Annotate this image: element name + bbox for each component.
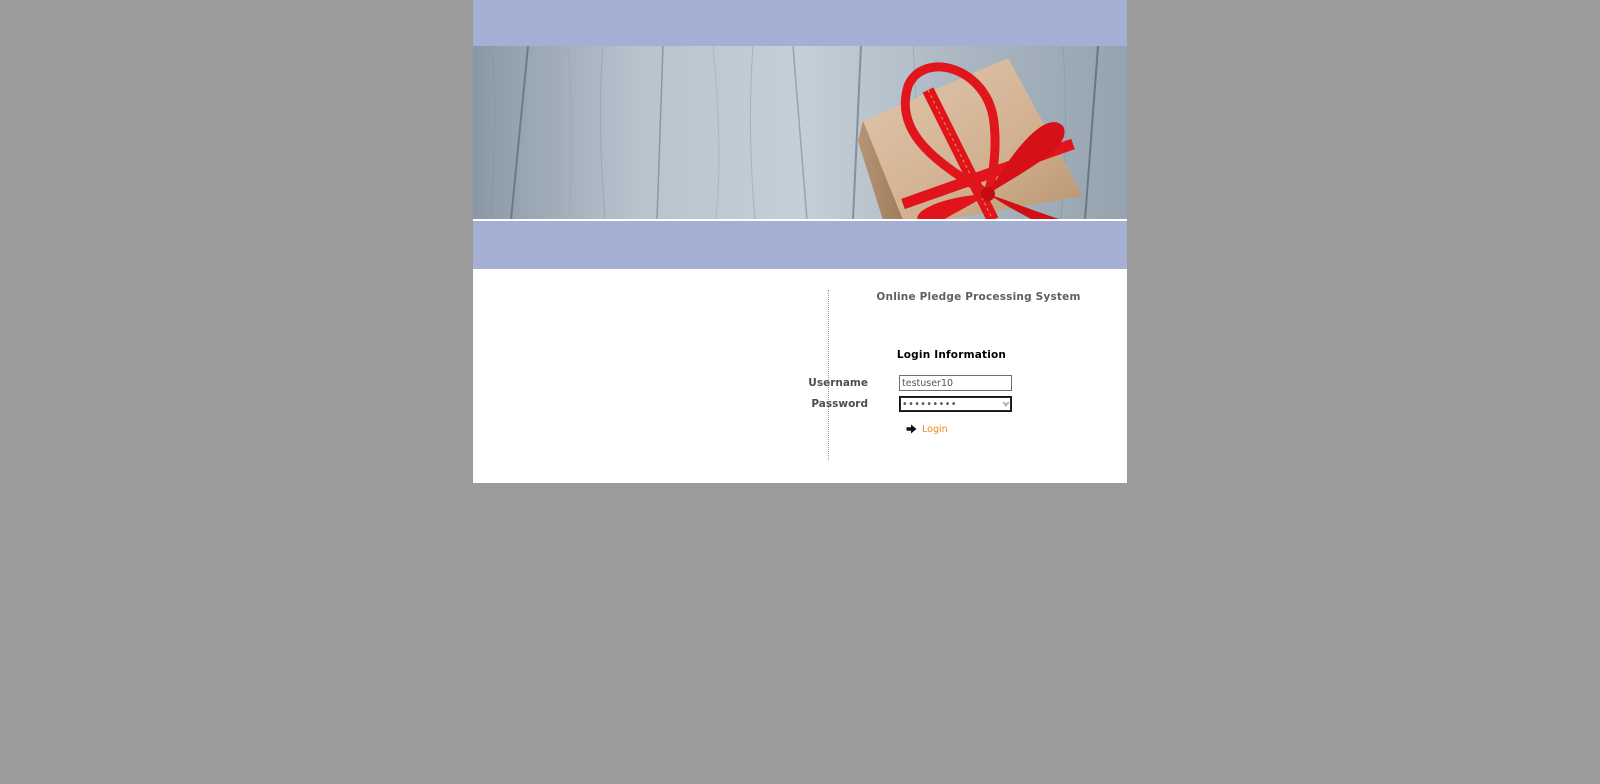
header-band — [473, 0, 1127, 46]
banner-image — [473, 46, 1127, 220]
navigation-band — [473, 221, 1127, 269]
system-title: Online Pledge Processing System — [876, 291, 1081, 303]
password-input[interactable] — [899, 396, 1012, 412]
username-input[interactable] — [899, 375, 1012, 391]
login-button[interactable]: Login — [906, 422, 948, 436]
gift-banner-illustration — [473, 46, 1127, 220]
login-heading: Login Information — [896, 349, 1007, 361]
vertical-divider — [828, 290, 829, 460]
password-label: Password — [811, 398, 868, 410]
login-link[interactable]: Login — [922, 424, 948, 435]
login-page: Online Pledge Processing System Login In… — [473, 0, 1127, 483]
username-label: Username — [808, 377, 868, 389]
arrow-right-icon — [906, 424, 917, 434]
login-panel: Online Pledge Processing System Login In… — [473, 269, 1127, 483]
password-reveal-icon[interactable] — [1002, 400, 1010, 408]
